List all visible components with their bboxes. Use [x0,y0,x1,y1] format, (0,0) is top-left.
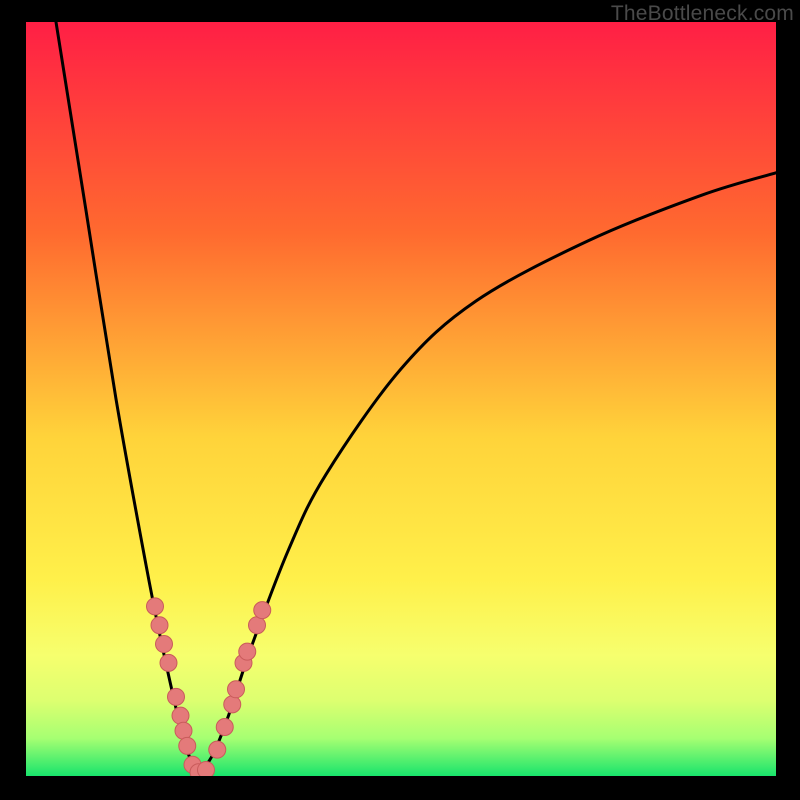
data-marker [249,617,266,634]
data-marker [254,602,271,619]
data-marker [160,654,177,671]
data-marker [147,598,164,615]
data-marker [216,718,233,735]
data-marker [156,636,173,653]
curve-right-branch [199,173,777,776]
data-marker [151,617,168,634]
data-marker [239,643,256,660]
data-marker [172,707,189,724]
plot-area [26,22,776,776]
data-marker [175,722,192,739]
data-marker [198,761,215,776]
data-marker [228,681,245,698]
data-marker [209,741,226,758]
watermark-text: TheBottleneck.com [611,2,794,26]
data-marker [168,688,185,705]
bottleneck-curve [26,22,776,776]
data-marker [179,737,196,754]
chart-frame: TheBottleneck.com [0,0,800,800]
data-marker [224,696,241,713]
